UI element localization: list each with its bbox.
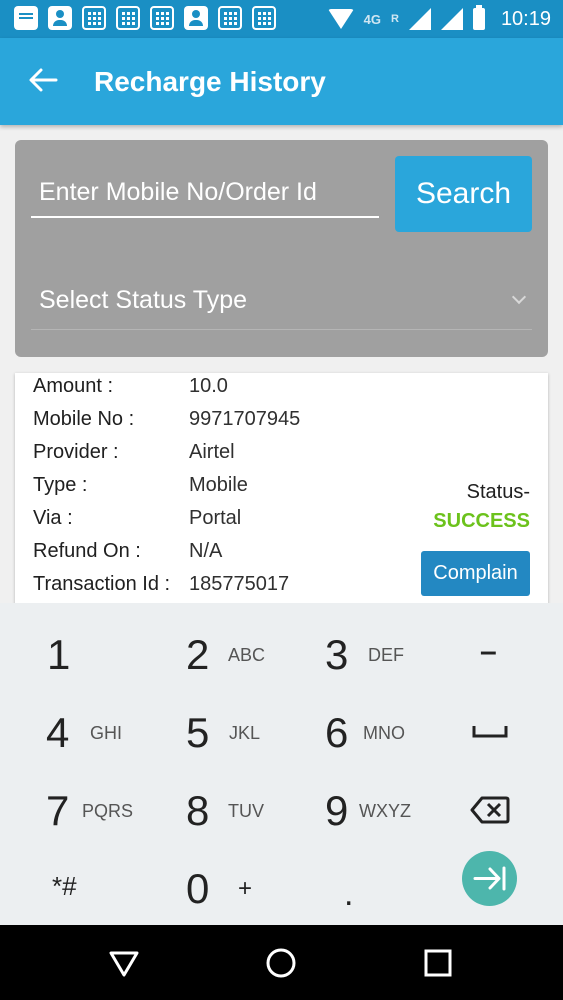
key-letters: GHI (90, 723, 123, 743)
field-value: Airtel (189, 441, 235, 463)
key-letters: WXYZ (359, 801, 411, 821)
contact-card-icon (184, 6, 208, 30)
key-digit: 6 (325, 709, 349, 756)
app-grid-icon (252, 6, 276, 30)
key-3[interactable]: 3 DEF (280, 617, 420, 695)
search-input[interactable] (31, 168, 379, 218)
clock: 10:19 (500, 7, 551, 30)
app-grid-icon (150, 6, 174, 30)
battery-icon (472, 5, 485, 30)
key-2[interactable]: 2 ABC (140, 617, 280, 695)
key-6[interactable]: 6 MNO (280, 695, 420, 773)
key-digit: 9 (325, 787, 349, 834)
key-letters: MNO (363, 723, 405, 743)
app-grid-icon (218, 6, 242, 30)
key-digit: 1 (47, 631, 71, 678)
search-card: Search Select Status Type (15, 140, 548, 357)
app-grid-icon (116, 6, 140, 30)
backspace-icon (470, 796, 510, 824)
minus-icon: – (480, 635, 497, 668)
field-label: Amount : (33, 375, 114, 397)
key-digit: 7 (46, 787, 70, 834)
key-letters: TUV (228, 801, 264, 821)
transaction-card: Amount : 10.0 Mobile No : 9971707945 Pro… (15, 373, 548, 613)
status-label: Status- (466, 481, 530, 503)
roaming-indicator: R (390, 13, 399, 25)
chevron-down-icon (511, 289, 527, 305)
notification-icons (14, 6, 276, 30)
status-select-label: Select Status Type (39, 286, 247, 314)
key-letters: DEF (368, 645, 404, 665)
field-value: Portal (189, 507, 242, 529)
field-label: Type : (33, 474, 88, 496)
recents-icon[interactable] (420, 945, 456, 981)
go-key[interactable] (462, 851, 517, 906)
status-badge: SUCCESS (433, 510, 530, 532)
field-value: N/A (189, 540, 223, 562)
contact-card-icon (48, 6, 72, 30)
wifi-icon (327, 9, 354, 29)
key-4[interactable]: 4 GHI (0, 695, 140, 773)
key-digit: 4 (46, 709, 70, 756)
app-grid-icon (82, 6, 106, 30)
key-digit: 5 (186, 709, 210, 756)
key-digit: . (344, 875, 354, 913)
space-icon (472, 726, 508, 738)
signal-icon (440, 8, 463, 30)
search-button[interactable]: Search (395, 156, 532, 232)
key-period[interactable]: . (280, 851, 420, 929)
status-type-select[interactable]: Select Status Type (31, 270, 532, 330)
field-label: Provider : (33, 441, 119, 463)
key-digit: 8 (186, 787, 210, 834)
navigation-bar (0, 925, 563, 1000)
complain-button[interactable]: Complain (421, 551, 530, 596)
message-icon (14, 6, 38, 30)
signal-icon (408, 8, 431, 30)
field-value: Mobile (189, 474, 248, 496)
key-8[interactable]: 8 TUV (140, 773, 280, 851)
network-type: 4G (363, 11, 381, 27)
key-letters: JKL (229, 723, 261, 743)
home-icon[interactable] (263, 945, 299, 981)
key-letters: + (238, 875, 253, 902)
key-letters: PQRS (82, 801, 134, 821)
key-letters: ABC (228, 645, 266, 665)
key-digit: 0 (186, 865, 210, 912)
key-0[interactable]: 0 + (140, 851, 280, 929)
key-digit: 3 (325, 631, 349, 678)
back-arrow-icon[interactable] (26, 63, 60, 97)
key-digit: 2 (186, 631, 210, 678)
key-9[interactable]: 9 WXYZ (280, 773, 420, 851)
key-star-hash[interactable]: *# (0, 851, 140, 929)
field-value: 10.0 (189, 375, 228, 397)
key-backspace[interactable] (420, 773, 560, 851)
key-1[interactable]: 1 (0, 617, 140, 695)
key-7[interactable]: 7 PQRS (0, 773, 140, 851)
field-label: Transaction Id : (33, 573, 171, 595)
field-label: Via : (33, 507, 73, 529)
back-icon[interactable] (106, 945, 142, 981)
field-label: Mobile No : (33, 408, 135, 430)
key-minus[interactable]: – (420, 617, 560, 695)
tab-right-icon (473, 866, 506, 891)
field-value: 9971707945 (189, 408, 301, 430)
key-space[interactable] (420, 695, 560, 773)
status-bar: 4G R 10:19 (0, 0, 563, 38)
page-title: Recharge History (94, 66, 326, 97)
field-label: Refund On : (33, 540, 141, 562)
field-value: 185775017 (189, 573, 290, 595)
numeric-keyboard: 1 2 ABC 3 DEF – 4 GHI 5 JKL 6 MNO 7 PQRS… (0, 603, 563, 925)
app-bar: Recharge History (0, 38, 563, 125)
key-digit: *# (52, 871, 77, 901)
key-5[interactable]: 5 JKL (140, 695, 280, 773)
